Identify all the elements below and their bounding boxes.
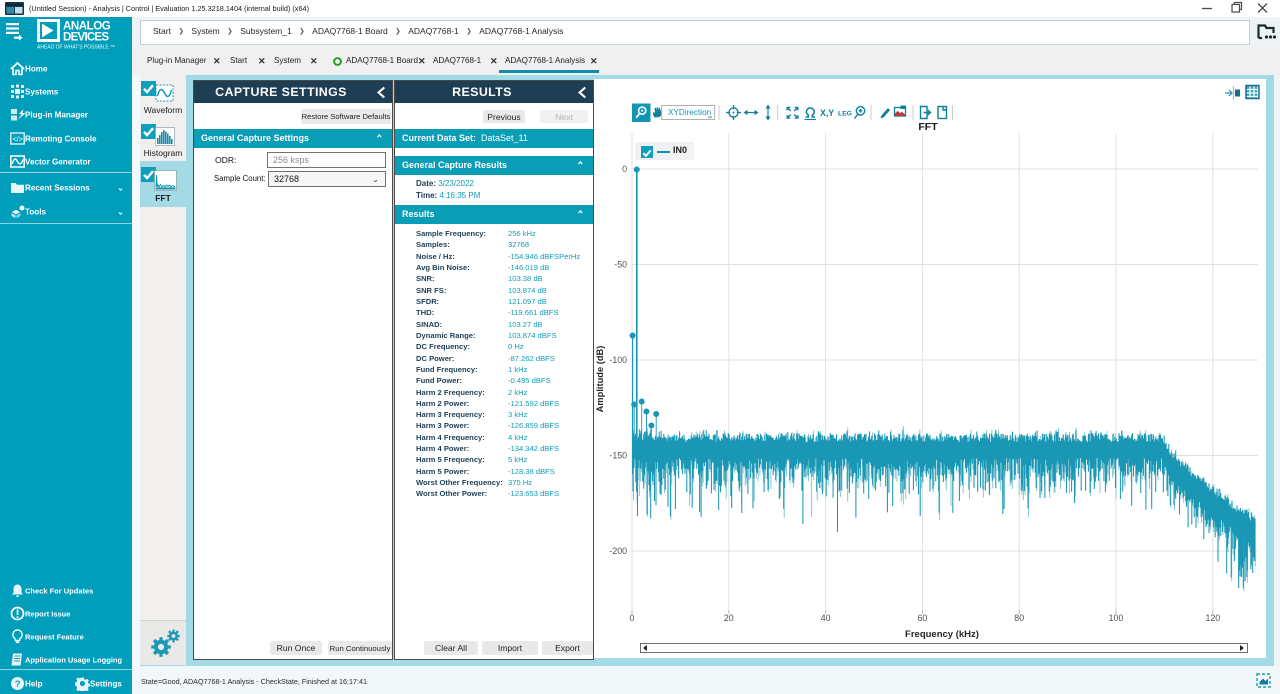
svg-text:AHEAD OF WHAT'S POSSIBLE ™: AHEAD OF WHAT'S POSSIBLE ™ [37,45,115,51]
svg-text:</>: </> [13,137,23,144]
svg-text:DEVICES: DEVICES [63,31,109,44]
svg-text:?: ? [15,679,21,690]
